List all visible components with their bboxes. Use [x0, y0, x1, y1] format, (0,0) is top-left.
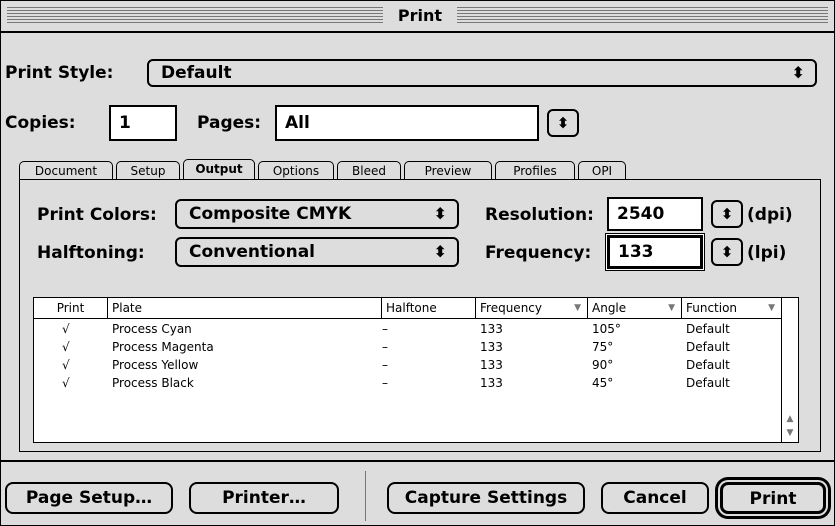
column-header-halftone[interactable]: Halftone	[382, 298, 476, 318]
pages-field[interactable]: All	[275, 105, 539, 141]
popup-arrows-icon: ⬍	[433, 242, 447, 261]
scroll-up-icon[interactable]: ▲	[782, 412, 798, 426]
plate-name: Process Yellow	[112, 358, 199, 372]
column-header-print[interactable]: Print	[34, 298, 108, 318]
plate-frequency: 133	[480, 322, 503, 336]
plate-function: Default	[686, 322, 730, 336]
frequency-label: Frequency:	[485, 243, 592, 263]
plate-name: Process Magenta	[112, 340, 214, 354]
plate-frequency: 133	[480, 376, 503, 390]
plate-name: Process Cyan	[112, 322, 192, 336]
tab-options[interactable]: Options	[258, 161, 334, 180]
plate-angle: 75°	[592, 340, 614, 354]
plate-frequency: 133	[480, 358, 503, 372]
tab-bleed[interactable]: Bleed	[337, 161, 401, 180]
printer-button[interactable]: Printer…	[189, 482, 339, 514]
print-dialog: Print Print Style: Default ⬍ Copies: 1 P…	[0, 0, 835, 526]
plates-list[interactable]: Print Plate Halftone Frequency ▼ Angle ▼…	[33, 297, 799, 443]
print-checkmark[interactable]: √	[62, 374, 70, 392]
plate-function: Default	[686, 340, 730, 354]
resolution-label: Resolution:	[485, 205, 594, 225]
sort-arrow-icon: ▼	[574, 303, 581, 313]
print-style-label: Print Style:	[5, 63, 114, 83]
column-header-function[interactable]: Function ▼	[682, 298, 782, 318]
cancel-button[interactable]: Cancel	[601, 482, 709, 514]
tab-setup[interactable]: Setup	[116, 161, 180, 180]
print-colors-label: Print Colors:	[37, 205, 157, 225]
plate-frequency: 133	[480, 340, 503, 354]
pages-label: Pages:	[197, 113, 262, 133]
column-header-frequency[interactable]: Frequency ▼	[476, 298, 588, 318]
page-setup-button[interactable]: Page Setup…	[5, 482, 173, 514]
sort-arrow-icon: ▼	[668, 303, 675, 313]
column-header-plate[interactable]: Plate	[108, 298, 382, 318]
plate-angle: 105°	[592, 322, 621, 336]
halftoning-popup[interactable]: Conventional ⬍	[175, 237, 459, 267]
print-checkmark[interactable]: √	[62, 320, 70, 338]
copies-label: Copies:	[5, 113, 76, 133]
print-checkmark[interactable]: √	[62, 338, 70, 356]
tab-document[interactable]: Document	[19, 161, 113, 180]
plate-function: Default	[686, 358, 730, 372]
plate-halftone: –	[382, 340, 388, 354]
resolution-field[interactable]: 2540	[607, 197, 703, 231]
print-button[interactable]: Print	[720, 482, 826, 514]
button-group-separator	[365, 471, 366, 521]
popup-arrows-icon: ⬍	[433, 204, 447, 223]
print-checkmark[interactable]: √	[62, 356, 70, 374]
print-style-popup[interactable]: Default ⬍	[147, 59, 817, 87]
title-bar-stripes-right	[457, 7, 828, 25]
table-row[interactable]: √ Process Magenta – 133 75° Default	[34, 338, 782, 356]
column-header-function-label: Function	[686, 301, 738, 315]
plate-angle: 45°	[592, 376, 614, 390]
plates-scrollbar[interactable]: ▲ ▼	[781, 298, 798, 442]
plate-halftone: –	[382, 376, 388, 390]
tab-output[interactable]: Output	[183, 159, 255, 180]
plate-name: Process Black	[112, 376, 194, 390]
table-row[interactable]: √ Process Black – 133 45° Default	[34, 374, 782, 392]
print-colors-value: Composite CMYK	[189, 204, 352, 224]
tab-opi[interactable]: OPI	[578, 161, 626, 180]
button-bar-divider	[1, 460, 834, 462]
popup-arrows-icon: ⬍	[791, 63, 805, 82]
tab-preview[interactable]: Preview	[404, 161, 492, 180]
resolution-unit: (dpi)	[747, 205, 793, 225]
plate-halftone: –	[382, 322, 388, 336]
halftoning-label: Halftoning:	[37, 243, 145, 263]
title-bar[interactable]: Print	[1, 1, 834, 33]
scroll-down-icon[interactable]: ▼	[782, 426, 798, 440]
copies-field[interactable]: 1	[109, 105, 177, 141]
capture-settings-button[interactable]: Capture Settings	[387, 482, 585, 514]
column-header-frequency-label: Frequency	[480, 301, 542, 315]
halftoning-value: Conventional	[189, 242, 316, 262]
plate-angle: 90°	[592, 358, 614, 372]
table-row[interactable]: √ Process Yellow – 133 90° Default	[34, 356, 782, 374]
plates-list-header: Print Plate Halftone Frequency ▼ Angle ▼…	[34, 298, 782, 319]
column-header-angle-label: Angle	[592, 301, 627, 315]
sort-arrow-icon: ▼	[768, 303, 775, 313]
plate-halftone: –	[382, 358, 388, 372]
table-row[interactable]: √ Process Cyan – 133 105° Default	[34, 320, 782, 338]
frequency-unit: (lpi)	[747, 243, 787, 263]
column-header-angle[interactable]: Angle ▼	[588, 298, 682, 318]
window-title: Print	[397, 6, 443, 25]
title-bar-stripes-left	[7, 7, 383, 25]
pages-popup-button[interactable]: ⬍	[547, 109, 579, 137]
resolution-popup-button[interactable]: ⬍	[711, 200, 743, 228]
tab-profiles[interactable]: Profiles	[495, 161, 575, 180]
print-colors-popup[interactable]: Composite CMYK ⬍	[175, 199, 459, 229]
frequency-field[interactable]: 133	[607, 235, 703, 269]
plate-function: Default	[686, 376, 730, 390]
print-style-value: Default	[161, 63, 232, 83]
frequency-popup-button[interactable]: ⬍	[711, 238, 743, 266]
